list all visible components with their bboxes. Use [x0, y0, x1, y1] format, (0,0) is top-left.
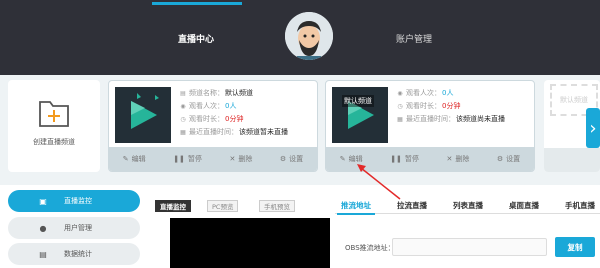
pause-button[interactable]: ❚❚ 暂停	[390, 154, 419, 164]
create-channel-card[interactable]: 创建直播频道	[8, 80, 100, 172]
pause-icon: ❚❚	[173, 155, 185, 163]
tab-desktop-live[interactable]: 桌面直播	[509, 200, 539, 211]
close-icon: ✕	[446, 155, 453, 163]
channel-info-row: ◷ 观看时长： 0分钟	[397, 102, 461, 110]
channel-info-row: ◉ 观看人次： 0人	[180, 102, 237, 110]
obs-url-label: OBS推流地址：	[345, 244, 395, 252]
edit-icon: ✎	[339, 155, 346, 163]
calendar-icon: ▦	[397, 116, 403, 123]
calendar-icon: ▦	[180, 129, 186, 136]
stream-tabs: 推流地址 拉流直播 列表直播 桌面直播 手机直播	[335, 200, 600, 215]
edit-button[interactable]: ✎ 编辑	[340, 154, 363, 164]
channel-card: 默认频道 ◉ 观看人次： 0人 ◷ 观看时长： 0分钟 ▦ 最近直播时间： 该频道尚未直播 …	[325, 80, 535, 172]
channel-info-row: ▤ 频道名称： 默认频道	[180, 89, 253, 97]
settings-button[interactable]: ⚙ 设置	[497, 154, 520, 164]
active-tab-indicator	[152, 2, 242, 5]
sidebar-item-live-monitor[interactable]: ▣ 直播监控	[8, 190, 140, 212]
channel-thumbnail	[115, 87, 171, 143]
delete-button[interactable]: ✕ 删除	[229, 154, 252, 164]
pause-icon: ❚❚	[390, 155, 402, 163]
settings-button[interactable]: ⚙ 设置	[280, 154, 303, 164]
top-nav-bar: 直播中心 账户管理	[0, 0, 600, 75]
channel-info-row: ▦ 最近直播时间： 该频道暂未直播	[180, 128, 288, 136]
channel-actions	[544, 148, 600, 172]
monitor-icon: ▣	[39, 196, 47, 206]
add-folder-icon	[39, 101, 69, 127]
sidebar-item-statistics[interactable]: ▤ 数据统计	[8, 243, 140, 265]
stats-icon: ▤	[39, 249, 47, 259]
tab-pc-preview[interactable]: PC预览	[207, 200, 239, 212]
channel-thumbnail: 默认频道	[332, 87, 388, 143]
sidebar: ▣ 直播监控 ● 用户管理 ▤ 数据统计	[0, 185, 145, 268]
channel-card: ▤ 频道名称： 默认频道 ◉ 观看人次： 0人 ◷ 观看时长： 0分钟 ▦ 最近直播时间： 该频…	[108, 80, 318, 172]
live-preview-video[interactable]	[170, 218, 330, 268]
channel-info-row: ◉ 观看人次： 0人	[397, 89, 454, 97]
clock-icon: ◷	[397, 103, 403, 110]
obs-url-field[interactable]	[392, 238, 547, 256]
tab-account-management[interactable]: 账户管理	[396, 32, 432, 45]
channel-info-row: ◷ 观看时长： 0分钟	[180, 115, 244, 123]
carousel-next-button[interactable]: ›	[586, 108, 600, 148]
user-icon: ●	[39, 223, 47, 233]
tab-live-monitor[interactable]: 直播监控	[155, 200, 191, 212]
channel-actions: ✎ 编辑 ❚❚ 暂停 ✕ 删除 ⚙ 设置	[326, 147, 534, 171]
delete-button[interactable]: ✕ 删除	[446, 154, 469, 164]
tab-push-url[interactable]: 推流地址	[337, 200, 375, 215]
gear-icon: ⚙	[496, 155, 504, 163]
channel-name-icon: ▤	[180, 90, 186, 97]
channel-info-row: ▦ 最近直播时间： 该频道尚未直播	[397, 115, 505, 123]
channel-actions: ✎ 编辑 ❚❚ 暂停 ✕ 删除 ⚙ 设置	[109, 147, 317, 171]
tab-live-center[interactable]: 直播中心	[178, 32, 214, 45]
tab-mobile-preview[interactable]: 手机预览	[259, 200, 295, 212]
obs-push-url-row: OBS推流地址： 复制	[335, 236, 600, 258]
viewers-icon: ◉	[180, 103, 186, 110]
edit-icon: ✎	[122, 155, 129, 163]
clock-icon: ◷	[180, 116, 186, 123]
thumbnail-label: 默认频道	[342, 95, 374, 107]
chevron-right-icon: ›	[589, 117, 597, 139]
avatar[interactable]	[285, 12, 333, 60]
sidebar-item-user-management[interactable]: ● 用户管理	[8, 217, 140, 239]
close-icon: ✕	[229, 155, 236, 163]
gear-icon: ⚙	[279, 155, 287, 163]
tab-mobile-live[interactable]: 手机直播	[565, 200, 595, 211]
copy-button[interactable]: 复制	[555, 237, 595, 257]
tab-list-live[interactable]: 列表直播	[453, 200, 483, 211]
pause-button[interactable]: ❚❚ 暂停	[173, 154, 202, 164]
edit-button[interactable]: ✎ 编辑	[123, 154, 146, 164]
tab-pull-live[interactable]: 拉流直播	[397, 200, 427, 211]
viewers-icon: ◉	[397, 90, 403, 97]
create-channel-label: 创建直播频道	[33, 138, 75, 146]
